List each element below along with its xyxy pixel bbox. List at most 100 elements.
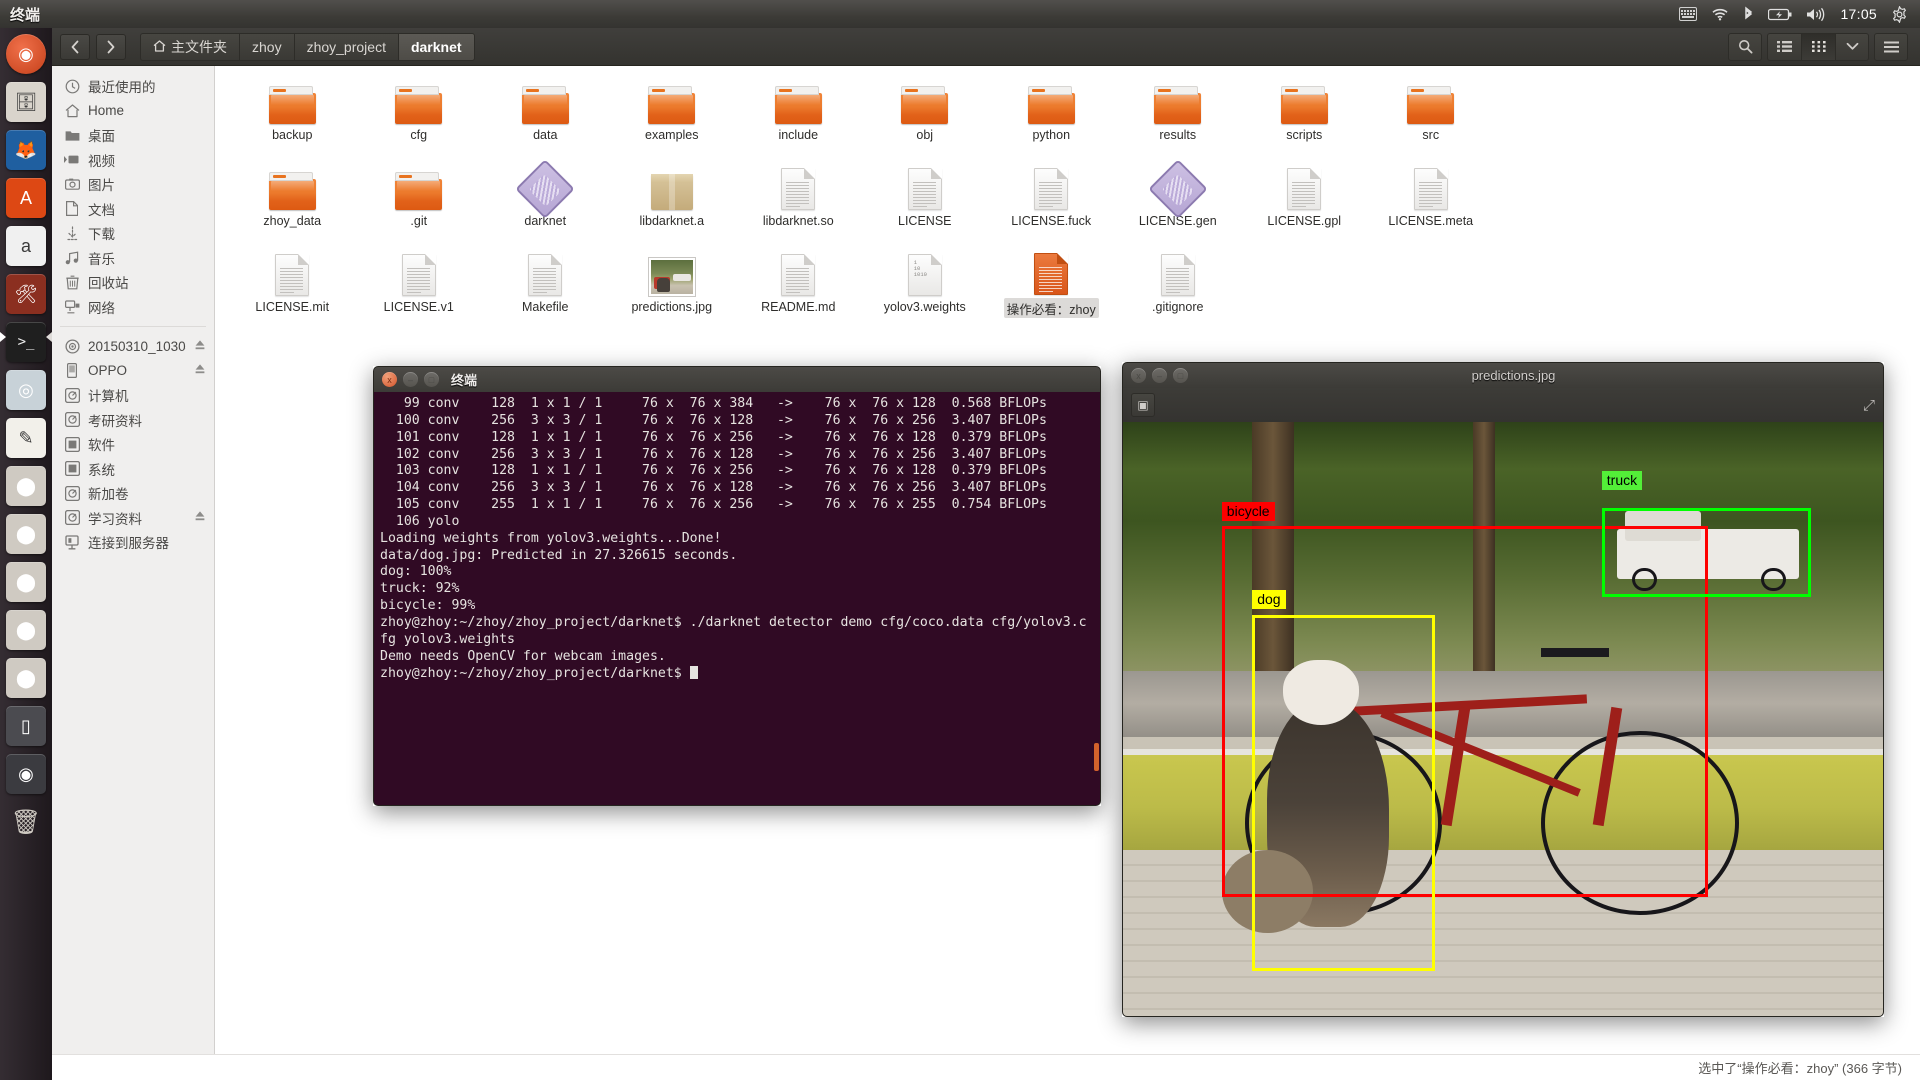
sidebar-item-20150310_103042[interactable]: 20150310_103042 (52, 334, 214, 359)
file-item-LICENSE.gen[interactable]: LICENSE.gen (1115, 159, 1242, 232)
hamburger-menu-icon[interactable] (1874, 32, 1908, 61)
sidebar-item-回收站[interactable]: 回收站 (52, 270, 214, 295)
file-item-examples[interactable]: examples (609, 80, 736, 146)
terminal-minimize-button[interactable]: – (403, 372, 418, 387)
battery-icon[interactable] (1768, 8, 1792, 21)
viewer-close-button[interactable]: x (1131, 368, 1146, 383)
file-item-README.md[interactable]: README.md (735, 252, 862, 318)
launcher-item-ubuntu-dash[interactable]: ◉ (0, 30, 52, 78)
terminal-maximize-button[interactable]: □ (424, 372, 439, 387)
sidebar-item-下载[interactable]: 下载 (52, 221, 214, 246)
sidebar-item-文档[interactable]: 文档 (52, 197, 214, 222)
sidebar-item-学习资料[interactable]: 学习资料 (52, 506, 214, 531)
sidebar-item-音乐[interactable]: 音乐 (52, 246, 214, 271)
power-gear-icon[interactable] (1891, 5, 1908, 23)
file-item-cfg[interactable]: cfg (356, 80, 483, 146)
sidebar-item-网络[interactable]: 网络 (52, 295, 214, 320)
sidebar-item-视频[interactable]: 视频 (52, 148, 214, 173)
list-view-icon[interactable] (1767, 32, 1801, 61)
clock[interactable]: 17:05 (1840, 6, 1877, 22)
launcher-item-disk-2[interactable]: ⬤ (0, 510, 52, 558)
viewer-minimize-button[interactable]: – (1152, 368, 1167, 383)
file-item-LICENSE.mit[interactable]: LICENSE.mit (229, 252, 356, 318)
sidebar-item-新加卷[interactable]: 新加卷 (52, 481, 214, 506)
breadcrumb-item-darknet[interactable]: darknet (397, 32, 475, 61)
file-item-scripts[interactable]: scripts (1241, 80, 1368, 146)
file-item-LICENSE.fuck[interactable]: LICENSE.fuck (988, 166, 1115, 232)
file-item-include[interactable]: include (735, 80, 862, 146)
breadcrumb-item-zhoy_project[interactable]: zhoy_project (293, 32, 398, 61)
volume-icon[interactable] (1806, 7, 1826, 22)
launcher-item-disc-media[interactable]: ◉ (0, 750, 52, 798)
sidebar-item-OPPO[interactable]: OPPO (52, 359, 214, 384)
breadcrumb-item-主文件夹[interactable]: 主文件夹 (140, 32, 239, 61)
terminal-titlebar[interactable]: x – □ 终端 (373, 366, 1101, 392)
sidebar-item-软件[interactable]: 软件 (52, 432, 214, 457)
launcher-item-disk-1[interactable]: ⬤ (0, 462, 52, 510)
sidebar-item-图片[interactable]: 图片 (52, 172, 214, 197)
grid-view-icon[interactable] (1801, 32, 1835, 61)
file-item-yolov3.weights[interactable]: 1 10 1010 yolov3.weights (862, 252, 989, 318)
sidebar-toggle-icon[interactable]: ▣ (1131, 393, 1155, 417)
file-item-src[interactable]: src (1368, 80, 1495, 146)
sidebar-item-最近使用的[interactable]: 最近使用的 (52, 74, 214, 99)
sidebar-item-系统[interactable]: 系统 (52, 457, 214, 482)
file-item-python[interactable]: python (988, 80, 1115, 146)
launcher-item-disk-3[interactable]: ⬤ (0, 558, 52, 606)
search-icon[interactable] (1728, 32, 1762, 61)
terminal-output-area[interactable]: 99 conv 128 1 x 1 / 1 76 x 76 x 384 -> 7… (373, 392, 1101, 806)
file-item-操作必看：zhoy[interactable]: 操作必看：zhoy (988, 252, 1115, 318)
file-item-darknet[interactable]: darknet (482, 159, 609, 232)
launcher-item-files-nautilus[interactable]: 🗄 (0, 78, 52, 126)
viewer-maximize-button[interactable]: □ (1173, 368, 1188, 383)
file-item-.git[interactable]: .git (356, 166, 483, 232)
file-item-LICENSE.v1[interactable]: LICENSE.v1 (356, 252, 483, 318)
eject-icon[interactable] (194, 510, 206, 525)
viewer-titlebar[interactable]: x – □ predictions.jpg (1122, 362, 1884, 388)
eject-icon[interactable] (194, 363, 206, 378)
file-item-zhoy_data[interactable]: zhoy_data (229, 166, 356, 232)
file-item-LICENSE[interactable]: LICENSE (862, 166, 989, 232)
breadcrumb-item-zhoy[interactable]: zhoy (239, 32, 294, 61)
terminal-scrollbar[interactable] (1094, 743, 1099, 771)
chevron-down-icon[interactable] (1835, 32, 1869, 61)
file-item-LICENSE.meta[interactable]: LICENSE.meta (1368, 166, 1495, 232)
sidebar-item-label: 音乐 (88, 251, 115, 267)
launcher-item-firefox[interactable]: 🦊 (0, 126, 52, 174)
sidebar-item-Home[interactable]: Home (52, 99, 214, 124)
terminal-close-button[interactable]: x (382, 372, 397, 387)
launcher-item-ubuntu-software[interactable]: A (0, 174, 52, 222)
file-item-data[interactable]: data (482, 80, 609, 146)
terminal-title-text: 终端 (451, 373, 478, 388)
launcher-item-amazon[interactable]: a (0, 222, 52, 270)
launcher-item-trash[interactable]: 🗑 (0, 798, 52, 846)
viewer-image-canvas[interactable]: bicycle truck dog (1122, 422, 1884, 1017)
file-item-LICENSE.gpl[interactable]: LICENSE.gpl (1241, 166, 1368, 232)
launcher-item-system-settings[interactable]: 🛠 (0, 270, 52, 318)
sidebar-item-计算机[interactable]: 计算机 (52, 383, 214, 408)
bluetooth-icon[interactable] (1743, 6, 1754, 22)
back-button[interactable] (60, 33, 90, 60)
launcher-item-text-editor[interactable]: ✎ (0, 414, 52, 462)
wifi-icon[interactable] (1711, 7, 1729, 21)
launcher-item-mobile-device[interactable]: ▯ (0, 702, 52, 750)
file-item-obj[interactable]: obj (862, 80, 989, 146)
launcher-item-disk-4[interactable]: ⬤ (0, 606, 52, 654)
launcher-item-terminal[interactable]: >_ (0, 318, 52, 366)
sidebar-item-桌面[interactable]: 桌面 (52, 123, 214, 148)
file-item-results[interactable]: results (1115, 80, 1242, 146)
file-item-libdarknet.so[interactable]: libdarknet.so (735, 166, 862, 232)
file-item-Makefile[interactable]: Makefile (482, 252, 609, 318)
sidebar-item-考研资料[interactable]: 考研资料 (52, 408, 214, 433)
file-item-.gitignore[interactable]: .gitignore (1115, 252, 1242, 318)
sidebar-item-连接到服务器[interactable]: 连接到服务器 (52, 530, 214, 555)
launcher-item-screenshot-tool[interactable]: ◎ (0, 366, 52, 414)
eject-icon[interactable] (194, 339, 206, 354)
file-item-predictions.jpg[interactable]: predictions.jpg (609, 252, 736, 318)
fullscreen-icon[interactable]: ⤢ (1863, 397, 1875, 414)
launcher-item-disk-5[interactable]: ⬤ (0, 654, 52, 702)
file-item-backup[interactable]: backup (229, 80, 356, 146)
forward-button[interactable] (96, 33, 126, 60)
keyboard-icon[interactable] (1679, 7, 1698, 21)
file-item-libdarknet.a[interactable]: libdarknet.a (609, 166, 736, 232)
